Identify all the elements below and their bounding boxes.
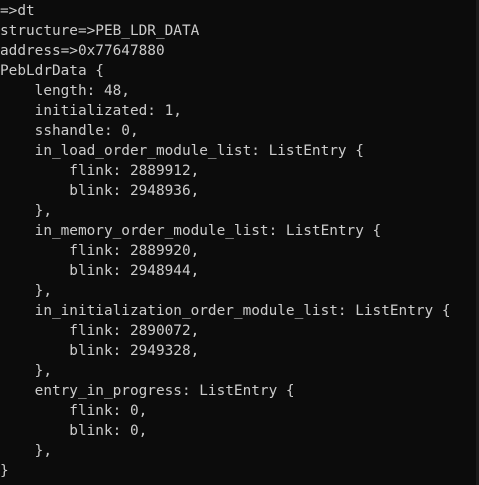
field-entry-in-progress-line: entry_in_progress: ListEntry { [0, 383, 295, 399]
init-order-close-line: }, [0, 363, 52, 379]
load-order-blink-line: blink: 2948936, [0, 183, 200, 199]
memory-order-blink-line: blink: 2948944, [0, 263, 200, 279]
prompt-command-line: =>dt [0, 3, 35, 19]
load-order-flink-line: flink: 2889912, [0, 163, 200, 179]
field-load-order-list-line: in_load_order_module_list: ListEntry { [0, 143, 364, 159]
struct-open-line: PebLdrData { [0, 63, 104, 79]
entry-in-progress-close-line: }, [0, 443, 52, 459]
field-init-order-list-line: in_initialization_order_module_list: Lis… [0, 303, 451, 319]
init-order-blink-line: blink: 2949328, [0, 343, 200, 359]
address-line: address=>0x77647880 [0, 43, 165, 59]
struct-close-line: } [0, 463, 9, 479]
field-memory-order-list-line: in_memory_order_module_list: ListEntry { [0, 223, 382, 239]
load-order-close-line: }, [0, 203, 52, 219]
entry-in-progress-blink-line: blink: 0, [0, 423, 148, 439]
structure-line: structure=>PEB_LDR_DATA [0, 23, 200, 39]
memory-order-close-line: }, [0, 283, 52, 299]
entry-in-progress-flink-line: flink: 0, [0, 403, 148, 419]
field-length-line: length: 48, [0, 83, 130, 99]
field-sshandle-line: sshandle: 0, [0, 123, 139, 139]
field-initializated-line: initializated: 1, [0, 103, 182, 119]
memory-order-flink-line: flink: 2889920, [0, 243, 200, 259]
terminal-window[interactable]: =>dt structure=>PEB_LDR_DATA address=>0x… [0, 0, 479, 485]
init-order-flink-line: flink: 2890072, [0, 323, 200, 339]
